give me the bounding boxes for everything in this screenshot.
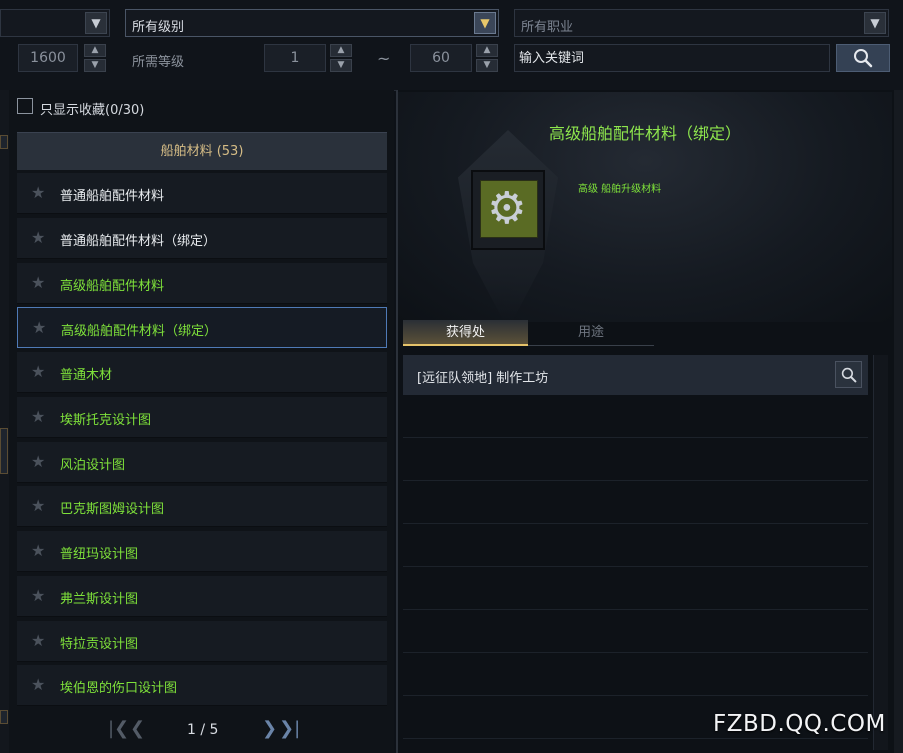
list-item — [403, 610, 868, 653]
prev-page-icon[interactable]: ❮ — [130, 718, 145, 739]
list-item[interactable]: ★ 风泊设计图 — [17, 442, 387, 483]
level-min-input[interactable]: 1 — [264, 44, 326, 72]
stepper-down-icon[interactable]: ▼ — [476, 59, 498, 72]
level-max-input[interactable]: 60 — [410, 44, 472, 72]
source-search-button[interactable] — [835, 361, 862, 388]
item-name: 巴克斯图姆设计图 — [60, 502, 165, 517]
item-name: 普通船舶配件材料（绑定） — [60, 234, 217, 249]
source-row[interactable]: [远征队领地] 制作工坊 — [403, 355, 868, 395]
stepper-up-icon[interactable]: ▲ — [330, 44, 352, 57]
star-icon[interactable]: ★ — [31, 228, 45, 247]
item-name: 埃伯恩的伤口设计图 — [60, 681, 178, 696]
item-title: 高级船舶配件材料（绑定） — [548, 124, 741, 143]
stepper-up-icon[interactable]: ▲ — [476, 44, 498, 57]
tab-obtain[interactable]: 获得处 — [403, 320, 528, 346]
list-item — [403, 481, 868, 524]
item-name: 高级船舶配件材料 — [60, 279, 165, 294]
search-icon — [854, 49, 873, 68]
item-subtitle: 高级 船舶升级材料 — [578, 184, 662, 195]
item-level-stepper[interactable]: ▲ ▼ — [84, 44, 106, 72]
side-tab[interactable] — [0, 428, 8, 474]
list-item[interactable]: ★ 高级船舶配件材料 — [17, 263, 387, 304]
star-icon[interactable]: ★ — [31, 496, 45, 515]
tab-usage[interactable]: 用途 — [528, 320, 654, 346]
first-page-icon[interactable]: |❮ — [108, 718, 129, 739]
star-icon[interactable]: ★ — [31, 675, 45, 694]
job-dropdown-value: 所有职业 — [521, 20, 574, 35]
list-item[interactable]: ★ 普通木材 — [17, 352, 387, 393]
watermark: FZBD.QQ.COM — [713, 711, 886, 737]
star-icon[interactable]: ★ — [31, 452, 45, 471]
keyword-search-input[interactable] — [515, 45, 829, 71]
star-icon[interactable]: ★ — [31, 273, 45, 292]
list-item[interactable]: ★ 埃伯恩的伤口设计图 — [17, 665, 387, 706]
search-button[interactable] — [836, 44, 890, 72]
source-label: [远征队领地] 制作工坊 — [417, 371, 549, 386]
source-scrollbar[interactable] — [873, 355, 888, 750]
item-name: 埃斯托克设计图 — [60, 413, 152, 428]
category-dropdown[interactable]: ▼ — [0, 9, 110, 37]
level-dropdown[interactable]: 所有级别 ▼ — [125, 9, 499, 37]
list-item[interactable]: ★ 普通船舶配件材料（绑定） — [17, 218, 387, 259]
list-item[interactable]: ★ 高级船舶配件材料（绑定） — [17, 307, 387, 348]
chevron-down-icon[interactable]: ▼ — [85, 12, 107, 34]
favorites-only-label: 只显示收藏(0/30) — [40, 103, 145, 118]
star-icon[interactable]: ★ — [31, 631, 45, 650]
range-separator: ~ — [377, 49, 391, 68]
list-item[interactable]: ★ 普通船舶配件材料 — [17, 173, 387, 214]
star-icon[interactable]: ★ — [31, 586, 45, 605]
chevron-down-icon[interactable]: ▼ — [864, 12, 886, 34]
item-name: 普通船舶配件材料 — [60, 189, 165, 204]
list-item — [403, 438, 868, 481]
item-name: 特拉贡设计图 — [60, 637, 139, 652]
list-item — [403, 524, 868, 567]
list-item — [403, 653, 868, 696]
next-page-icon[interactable]: ❯ — [262, 718, 277, 739]
list-item[interactable]: ★ 巴克斯图姆设计图 — [17, 486, 387, 527]
item-name: 弗兰斯设计图 — [60, 592, 139, 607]
page-indicator: 1 / 5 — [187, 722, 219, 738]
list-item[interactable]: ★ 普纽玛设计图 — [17, 531, 387, 572]
star-icon[interactable]: ★ — [31, 183, 45, 202]
category-header[interactable]: 船舶材料 (53) — [17, 132, 387, 170]
side-tab[interactable] — [0, 135, 8, 149]
stepper-down-icon[interactable]: ▼ — [330, 59, 352, 72]
keyword-search-field[interactable] — [514, 44, 830, 72]
list-item — [403, 567, 868, 610]
star-icon[interactable]: ★ — [31, 541, 45, 560]
right-edge — [894, 90, 903, 753]
list-item[interactable]: ★ 弗兰斯设计图 — [17, 576, 387, 617]
side-tab[interactable] — [0, 710, 8, 724]
item-name: 风泊设计图 — [60, 458, 126, 473]
list-item[interactable]: ★ 埃斯托克设计图 — [17, 397, 387, 438]
last-page-icon[interactable]: ❯| — [279, 718, 300, 739]
item-name: 普通木材 — [60, 368, 113, 383]
job-dropdown[interactable]: 所有职业 ▼ — [514, 9, 889, 37]
required-level-label: 所需等级 — [132, 55, 185, 70]
level-max-stepper[interactable]: ▲ ▼ — [476, 44, 498, 72]
chevron-down-icon[interactable]: ▼ — [474, 12, 496, 34]
star-icon[interactable]: ★ — [31, 407, 45, 426]
item-level-input[interactable]: 1600 — [18, 44, 78, 72]
list-item[interactable]: ★ 特拉贡设计图 — [17, 621, 387, 662]
gear-icon: ⚙ — [480, 180, 538, 238]
level-min-stepper[interactable]: ▲ ▼ — [330, 44, 352, 72]
list-item — [403, 395, 868, 438]
level-dropdown-value: 所有级别 — [132, 20, 185, 35]
item-name: 高级船舶配件材料（绑定） — [61, 324, 218, 339]
star-icon[interactable]: ★ — [32, 318, 46, 337]
stepper-down-icon[interactable]: ▼ — [84, 59, 106, 72]
star-icon[interactable]: ★ — [31, 362, 45, 381]
favorites-only-checkbox[interactable] — [17, 98, 33, 114]
search-icon — [841, 367, 857, 383]
item-name: 普纽玛设计图 — [60, 547, 139, 562]
stepper-up-icon[interactable]: ▲ — [84, 44, 106, 57]
